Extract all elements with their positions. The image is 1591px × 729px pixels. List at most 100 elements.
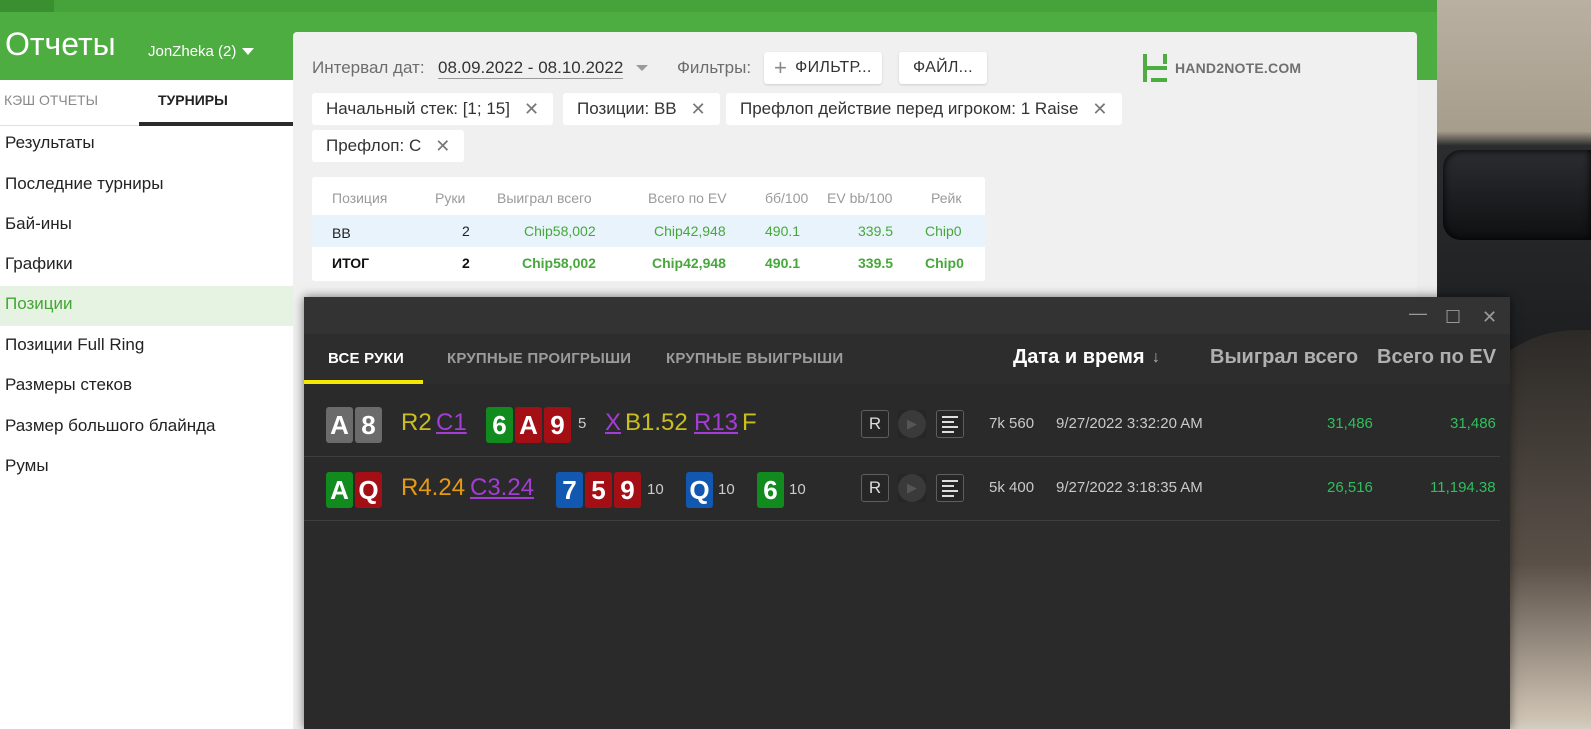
cell-ev-bb100: 339.5 [858,223,894,239]
tab-big-losses[interactable]: КРУПНЫЕ ПРОИГРЫШИ [447,350,631,367]
play-icon: ▶ [907,480,917,495]
hand-ev: 31,486 [1450,415,1496,432]
cell-hands: 2 [462,255,470,271]
column-ev-total[interactable]: Всего по EV [1377,346,1496,369]
hole-card: 8 [355,407,382,443]
cell-rake: Chip0 [925,255,964,271]
close-icon[interactable]: ✕ [524,99,539,120]
flop-card: 5 [585,472,612,508]
flop-card: 6 [486,407,513,443]
sidebar-item-positions[interactable]: Позиции [0,286,293,326]
sort-arrow-icon[interactable]: ↓ [1152,349,1160,367]
hand-row[interactable]: A 8 R2 C1 6 A 9 5 X B1.52 R13 F R ▶ 7k 5… [304,393,1500,457]
close-icon[interactable]: ✕ [691,99,706,120]
details-button[interactable] [936,474,964,502]
column-won-total[interactable]: Выиграл всего [1210,346,1358,369]
hands-window: — ☐ ✕ ВСЕ РУКИ КРУПНЫЕ ПРОИГРЫШИ КРУПНЫЕ… [304,297,1510,729]
hole-card: Q [355,472,382,508]
tab-tournaments[interactable]: ТУРНИРЫ [158,92,228,108]
preflop-call: C3.24 [470,474,535,501]
replay-r-button[interactable]: R [861,410,889,438]
cell-ev: Chip42,948 [652,255,726,271]
close-icon[interactable]: ✕ [435,136,450,157]
cell-position: ИТОГ [332,255,370,271]
filter-chip-positions: Позиции: BB ✕ [563,93,720,125]
turn-pot: 10 [718,481,735,498]
filter-chip-label: Позиции: BB [577,99,677,118]
sidebar-item-buyins[interactable]: Бай-ины [0,206,293,246]
tab-big-wins[interactable]: КРУПНЫЕ ВЫИГРЫШИ [666,350,843,367]
sidebar-item-big-blind-size[interactable]: Размер большого блайнда [0,408,293,448]
play-button[interactable]: ▶ [898,410,926,438]
cell-won: Chip58,002 [524,223,596,239]
positions-table: Позиция Руки Выиграл всего Всего по EV б… [312,177,985,281]
cell-hands: 2 [462,223,470,239]
details-button[interactable] [936,410,964,438]
sidebar-item-positions-full-ring[interactable]: Позиции Full Ring [0,327,293,367]
column-header[interactable]: Руки [435,190,465,206]
tab-cash-reports[interactable]: КЭШ ОТЧЕТЫ [4,92,98,108]
flop-card: 9 [614,472,641,508]
sidebar-item-results[interactable]: Результаты [0,125,293,165]
table-row[interactable]: BB 2 Chip58,002 Chip42,948 490.1 339.5 C… [312,215,985,247]
desktop-photo-detail [1443,150,1591,240]
tab-all-hands[interactable]: ВСЕ РУКИ [328,350,404,367]
flop-pot: 5 [578,415,587,432]
hand2note-logo-text: HAND2NOTE.COM [1175,60,1302,76]
table-total-row: ИТОГ 2 Chip58,002 Chip42,948 490.1 339.5… [312,247,985,279]
column-header[interactable]: Всего по EV [648,190,727,206]
play-icon: ▶ [907,416,917,431]
filter-chip-label: Префлоп действие перед игроком: 1 Raise [740,99,1079,118]
hand-stack: 7k 560 [989,415,1035,432]
table-header: Позиция Руки Выиграл всего Всего по EV б… [312,182,985,214]
filters-label: Фильтры: [677,58,752,77]
hand-ev: 11,194.38 [1430,479,1496,496]
cell-rake: Chip0 [925,223,962,239]
hand-datetime: 9/27/2022 3:32:20 AM [1056,415,1203,432]
file-button[interactable]: ФАЙЛ... [899,52,987,84]
filter-chip-preflop-action: Префлоп действие перед игроком: 1 Raise … [726,93,1122,125]
column-datetime[interactable]: Дата и время [1013,346,1145,369]
window-top-strip-corner [0,0,54,12]
flop-card: 9 [544,407,571,443]
column-header[interactable]: Позиция [332,190,387,206]
column-header[interactable]: Выиграл всего [497,190,592,206]
cell-bb100: 490.1 [765,223,801,239]
details-icon [942,415,958,433]
sidebar-item-rooms[interactable]: Румы [0,448,293,488]
sidebar-item-recent-tournaments[interactable]: Последние турниры [0,166,293,206]
preflop-call: C1 [436,409,467,436]
hand-row[interactable]: A Q R4.24 C3.24 7 5 9 10 Q 10 6 10 R ▶ 5… [304,457,1500,521]
flop-card: 7 [556,472,583,508]
sidebar-item-stack-sizes[interactable]: Размеры стеков [0,367,293,407]
replay-r-button[interactable]: R [861,474,889,502]
minimize-icon[interactable]: — [1409,303,1427,324]
user-selector[interactable]: JonZheka (2) [148,43,255,60]
cell-ev: Chip42,948 [654,223,726,239]
chevron-down-icon[interactable] [636,65,648,71]
cell-position: BB [332,225,351,241]
hand-won: 26,516 [1327,479,1373,496]
cell-won: Chip58,002 [522,255,596,271]
close-icon[interactable]: ✕ [1092,99,1107,120]
column-header[interactable]: бб/100 [765,190,808,206]
column-header[interactable]: Рейк [931,190,961,206]
sidebar: КЭШ ОТЧЕТЫ ТУРНИРЫ Результаты Последние … [0,80,293,729]
close-icon[interactable]: ✕ [1482,307,1497,328]
sidebar-item-graphs[interactable]: Графики [0,246,293,286]
filter-chip-label: Начальный стек: [1; 15] [326,99,510,118]
hand-stack: 5k 400 [989,479,1035,496]
hand-datetime: 9/27/2022 3:18:35 AM [1056,479,1203,496]
column-header[interactable]: EV bb/100 [827,190,892,206]
date-interval-select[interactable]: 08.09.2022 - 08.10.2022 [438,58,624,79]
add-filter-button[interactable]: + ФИЛЬТР... [764,52,882,84]
cell-bb100: 490.1 [765,255,801,271]
hand2note-logo-icon [1143,54,1169,82]
flop-check: X [605,409,622,436]
maximize-icon[interactable]: ☐ [1445,307,1461,328]
hand-won: 31,486 [1327,415,1373,432]
filter-chip-start-stack: Начальный стек: [1; 15] ✕ [312,93,554,125]
hands-window-titlebar[interactable]: — ☐ ✕ [304,297,1510,334]
play-button[interactable]: ▶ [898,474,926,502]
hands-tabs: ВСЕ РУКИ КРУПНЫЕ ПРОИГРЫШИ КРУПНЫЕ ВЫИГР… [304,334,1510,384]
